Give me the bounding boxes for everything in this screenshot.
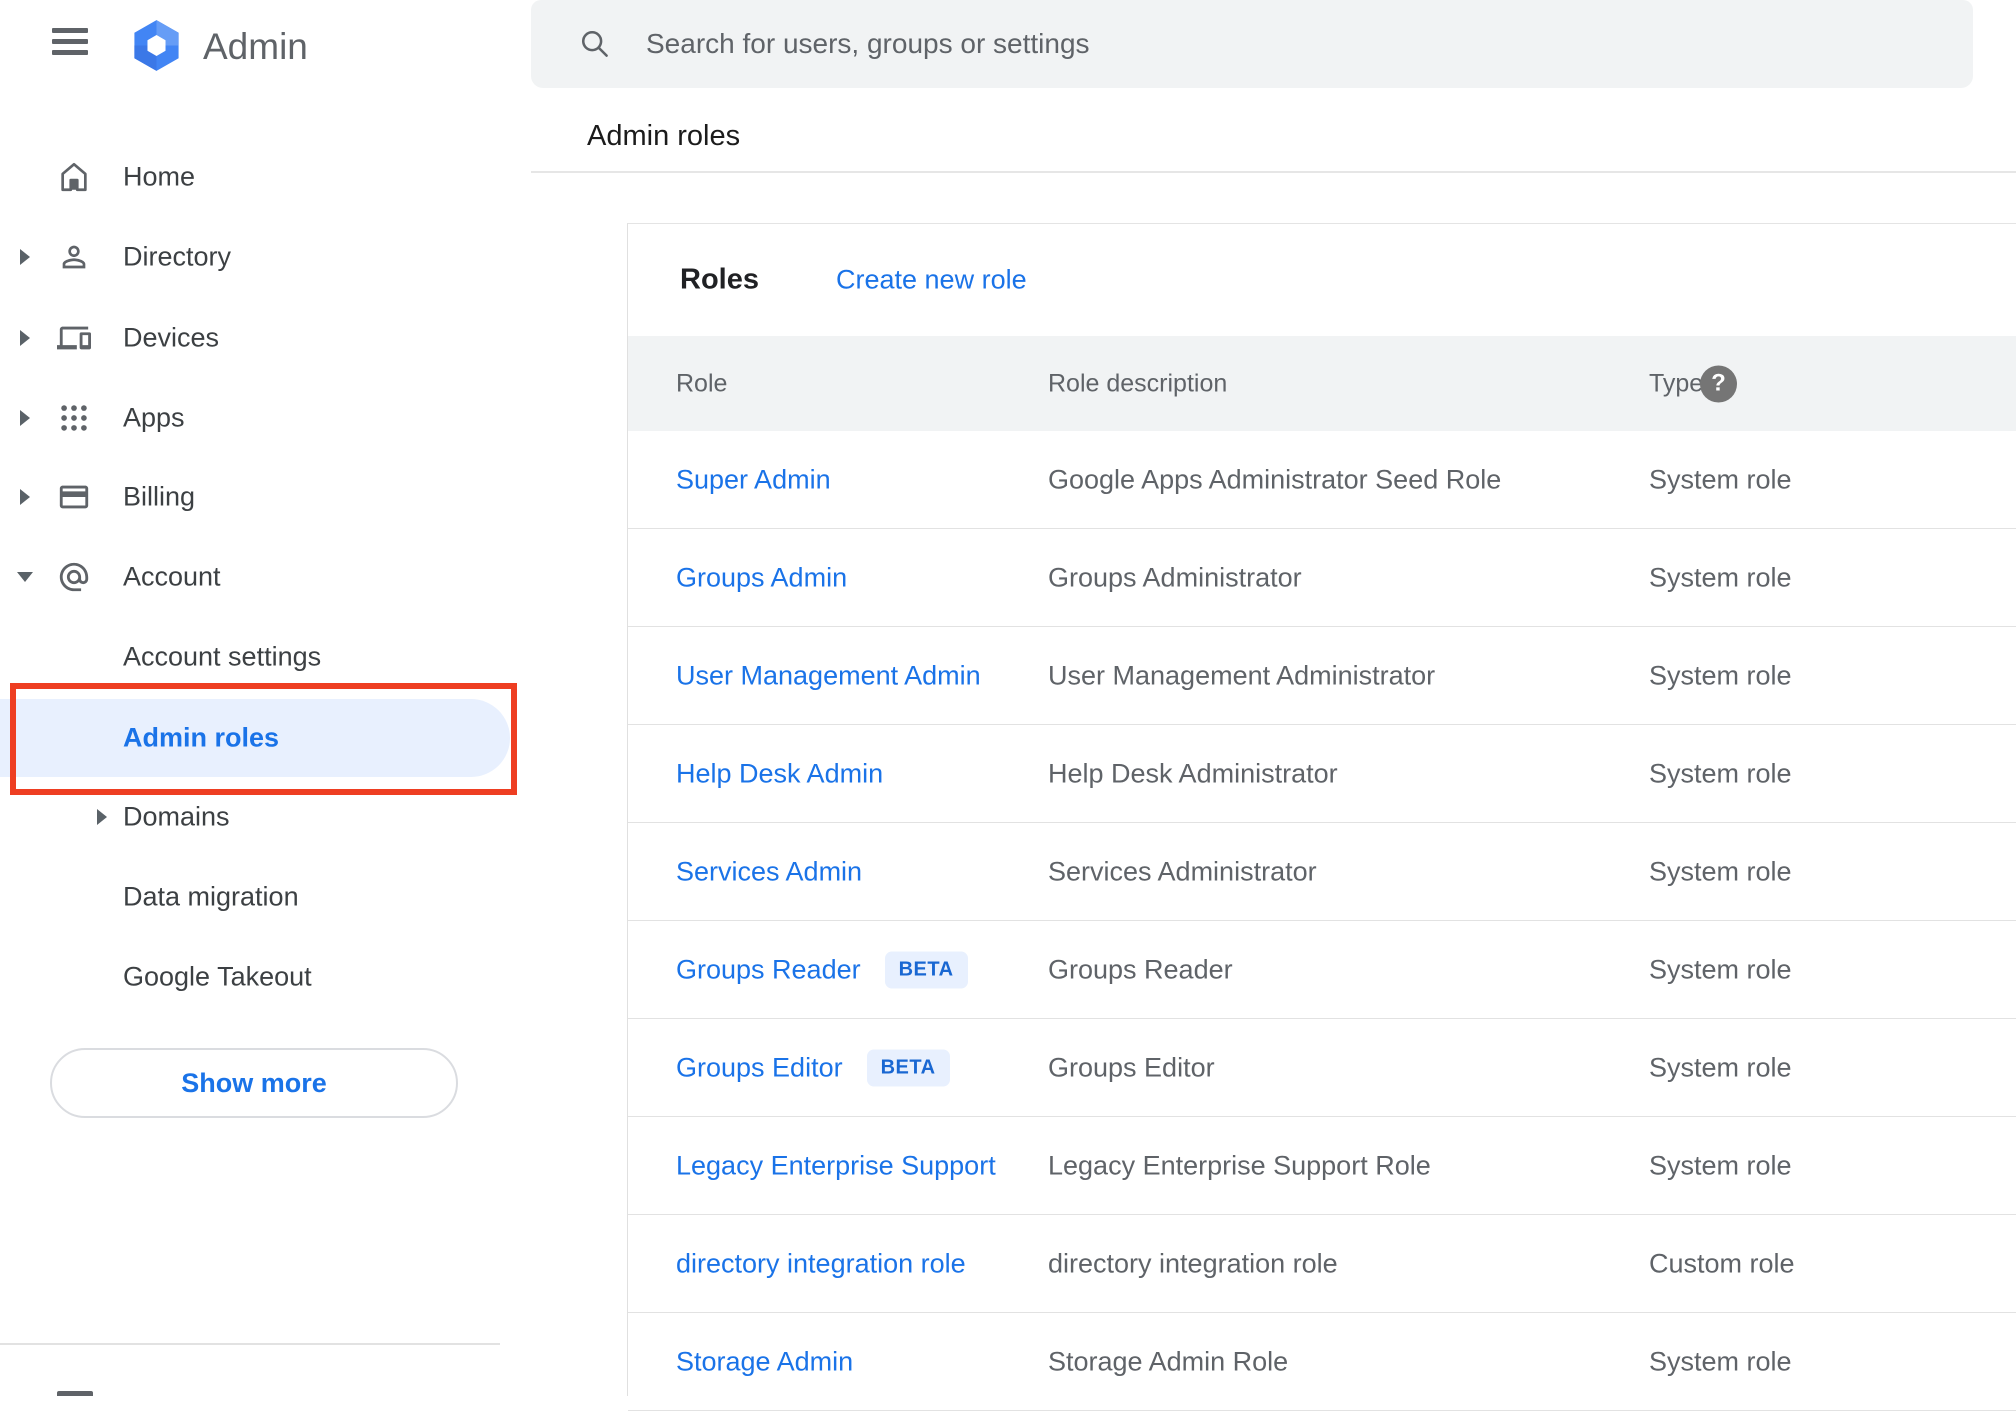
sidebar-item-label: Directory — [123, 241, 232, 272]
create-new-role-link[interactable]: Create new role — [836, 265, 1027, 296]
sidebar-item-label: Home — [123, 161, 196, 192]
role-type: System role — [1649, 562, 1792, 593]
chevron-right-icon[interactable] — [97, 809, 107, 825]
billing-icon — [59, 485, 89, 509]
search-bar[interactable]: Search for users, groups or settings — [531, 0, 1973, 88]
role-description: User Management Administrator — [1048, 660, 1436, 691]
sidebar-item-data-migration[interactable]: Data migration — [0, 857, 516, 937]
breadcrumb: Admin roles — [587, 120, 741, 152]
role-description: Groups Editor — [1048, 1052, 1215, 1083]
table-row: Groups Reader BETA Groups Reader System r… — [628, 921, 2016, 1019]
sidebar-item-google-takeout[interactable]: Google Takeout — [0, 937, 516, 1017]
beta-badge: BETA — [866, 1049, 950, 1087]
table-row: Legacy Enterprise Support Legacy Enterpr… — [628, 1117, 2016, 1215]
table-row: Groups Editor BETA Groups Editor System r… — [628, 1019, 2016, 1117]
role-type: Custom role — [1649, 1248, 1795, 1279]
apps-icon — [61, 405, 87, 431]
sidebar-item-devices[interactable]: Devices — [0, 298, 516, 378]
product-title: Admin — [203, 26, 308, 67]
role-description: directory integration role — [1048, 1248, 1338, 1279]
table-row: Super Admin Google Apps Administrator Se… — [628, 431, 2016, 529]
table-row: Help Desk Admin Help Desk Administrator … — [628, 725, 2016, 823]
role-description: Groups Reader — [1048, 954, 1233, 985]
sidebar-item-label: Data migration — [123, 881, 299, 912]
table-header-row: Role Role description Type ? — [628, 336, 2016, 431]
card-header: Roles Create new role — [628, 224, 2016, 336]
chevron-down-icon[interactable] — [17, 572, 33, 582]
role-link[interactable]: User Management Admin — [676, 661, 981, 692]
role-description: Services Administrator — [1048, 856, 1317, 887]
roles-table-body: Super Admin Google Apps Administrator Se… — [628, 431, 2016, 1411]
sidebar-item-apps[interactable]: Apps — [0, 378, 516, 458]
role-description: Groups Administrator — [1048, 562, 1302, 593]
search-icon — [581, 30, 608, 57]
role-link[interactable]: Help Desk Admin — [676, 759, 883, 790]
sidebar-item-label: Billing — [123, 481, 196, 512]
role-link[interactable]: Groups Editor — [676, 1053, 843, 1084]
chevron-right-icon[interactable] — [20, 249, 30, 265]
role-link[interactable]: Groups Admin — [676, 563, 847, 594]
role-link[interactable]: Groups Reader — [676, 955, 861, 986]
devices-icon — [57, 326, 91, 350]
role-link[interactable]: Legacy Enterprise Support — [676, 1151, 996, 1182]
role-description: Legacy Enterprise Support Role — [1048, 1150, 1431, 1181]
sidebar-item-directory[interactable]: Directory — [0, 217, 516, 297]
sidebar-item-label: Devices — [123, 322, 220, 353]
sidebar-item-label: Google Takeout — [123, 961, 312, 992]
sidebar-divider — [0, 1343, 500, 1345]
sidebar-item-account[interactable]: Account — [0, 537, 516, 617]
sidebar-item-label: Account — [123, 561, 221, 592]
help-icon[interactable]: ? — [1700, 365, 1737, 402]
sidebar-item-home[interactable]: Home — [0, 137, 516, 217]
sidebar-item-label: Admin roles — [123, 722, 280, 753]
sidebar-item-admin-roles[interactable]: Admin roles — [0, 699, 516, 777]
sidebar-item-domains[interactable]: Domains — [0, 777, 516, 857]
role-link[interactable]: Super Admin — [676, 465, 831, 496]
role-type: System role — [1649, 954, 1792, 985]
show-more-button[interactable]: Show more — [50, 1048, 458, 1118]
role-link[interactable]: Storage Admin — [676, 1347, 853, 1378]
search-placeholder: Search for users, groups or settings — [646, 28, 1090, 59]
home-icon — [61, 162, 87, 192]
role-description: Google Apps Administrator Seed Role — [1048, 464, 1502, 495]
admin-logo-icon — [134, 20, 179, 71]
sidebar-item-label: Apps — [123, 402, 185, 433]
role-type: System role — [1649, 660, 1792, 691]
table-row: directory integration role directory int… — [628, 1215, 2016, 1313]
directory-icon — [62, 245, 86, 269]
table-row: User Management Admin User Management Ad… — [628, 627, 2016, 725]
sidebar-item-billing[interactable]: Billing — [0, 457, 516, 537]
role-description: Storage Admin Role — [1048, 1346, 1289, 1377]
hamburger-menu-icon[interactable] — [52, 28, 88, 55]
sidebar-item-label: Domains — [123, 801, 230, 832]
brand-header: Admin — [0, 0, 516, 92]
role-type: System role — [1649, 1052, 1792, 1083]
role-type: System role — [1649, 856, 1792, 887]
chevron-right-icon[interactable] — [20, 489, 30, 505]
column-header-description: Role description — [1048, 369, 1228, 397]
role-link[interactable]: directory integration role — [676, 1249, 966, 1280]
table-row: Groups Admin Groups Administrator System… — [628, 529, 2016, 627]
card-title: Roles — [680, 263, 759, 296]
table-row: Services Admin Services Administrator Sy… — [628, 823, 2016, 921]
table-row: Storage Admin Storage Admin Role System … — [628, 1313, 2016, 1411]
role-type: System role — [1649, 464, 1792, 495]
role-type: System role — [1649, 758, 1792, 789]
role-type: System role — [1649, 1150, 1792, 1181]
roles-card: Roles Create new role Role Role descript… — [627, 223, 2016, 1411]
account-icon — [59, 562, 89, 592]
column-header-role: Role — [676, 369, 728, 397]
clipped-sidebar-icon — [57, 1391, 93, 1396]
column-header-type: Type — [1649, 369, 1704, 397]
beta-badge: BETA — [884, 951, 968, 989]
sidebar: Admin Home Directory Devices Apps Billin… — [0, 0, 517, 1396]
sidebar-item-label: Account settings — [123, 641, 322, 672]
role-type: System role — [1649, 1346, 1792, 1377]
role-description: Help Desk Administrator — [1048, 758, 1338, 789]
sidebar-item-account-settings[interactable]: Account settings — [0, 617, 516, 697]
role-link[interactable]: Services Admin — [676, 857, 862, 888]
header-divider — [531, 171, 2016, 173]
chevron-right-icon[interactable] — [20, 330, 30, 346]
chevron-right-icon[interactable] — [20, 410, 30, 426]
